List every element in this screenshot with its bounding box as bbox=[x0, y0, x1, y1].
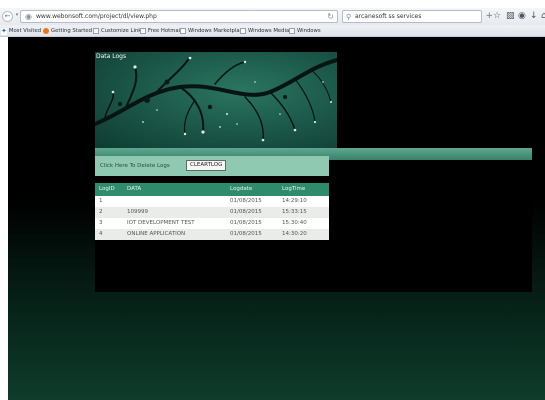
bookmark-star-icon[interactable]: ☆ bbox=[493, 11, 501, 22]
site-identity-icon[interactable]: ◉ bbox=[25, 12, 32, 22]
cell-logid: 3 bbox=[95, 218, 123, 229]
home-icon[interactable]: ⌂ bbox=[541, 11, 545, 22]
decorative-branches-image bbox=[95, 56, 337, 142]
page-icon bbox=[240, 28, 246, 34]
page-icon bbox=[140, 28, 146, 34]
bookmark-free-hotmail[interactable]: Free Hotmail bbox=[140, 27, 182, 35]
cell-data bbox=[123, 196, 226, 207]
clear-logs-form: Click Here To Delete Logs CLEARTLOG bbox=[95, 156, 329, 176]
table-header-row: LogID DATA Logdate LogTime bbox=[95, 183, 329, 196]
cell-logid: 4 bbox=[95, 229, 123, 240]
back-button[interactable]: ← bbox=[2, 11, 13, 22]
pocket-icon[interactable]: ◉ bbox=[518, 11, 526, 22]
search-input[interactable] bbox=[355, 12, 465, 21]
table-row: 2 109999 01/08/2015 15:33:15 bbox=[95, 207, 329, 218]
cell-logtime: 15:33:15 bbox=[278, 207, 329, 218]
bookmark-label: Most Visited bbox=[8, 28, 42, 34]
bookmark-label: Customize Links bbox=[101, 28, 145, 34]
column-header-logdate[interactable]: Logdate bbox=[226, 183, 278, 196]
bookmark-label: Free Hotmail bbox=[148, 28, 182, 34]
column-header-logtime[interactable]: LogTime bbox=[278, 183, 329, 196]
table-row: 3 IOT DEVELOPMENT TEST 01/08/2015 15:30:… bbox=[95, 218, 329, 229]
cell-logdate: 01/08/2015 bbox=[226, 196, 278, 207]
cell-logid: 2 bbox=[95, 207, 123, 218]
download-icon[interactable]: ↓ bbox=[530, 11, 538, 22]
page-icon bbox=[93, 28, 99, 34]
cell-logtime: 15:30:40 bbox=[278, 218, 329, 229]
cell-data: IOT DEVELOPMENT TEST bbox=[123, 218, 226, 229]
bookmarks-menu-icon[interactable]: ▧ bbox=[506, 11, 515, 22]
cell-logtime: 14:30:20 bbox=[278, 229, 329, 240]
firefox-icon bbox=[43, 28, 49, 34]
bookmark-windows-media[interactable]: Windows Media bbox=[240, 27, 289, 35]
cell-logdate: 01/08/2015 bbox=[226, 207, 278, 218]
page-icon bbox=[180, 28, 186, 34]
add-search-engine-icon[interactable]: + bbox=[485, 11, 493, 22]
bookmark-windows[interactable]: Windows bbox=[289, 27, 321, 35]
bookmark-label: Windows Media bbox=[248, 28, 290, 34]
star-icon: ✦ bbox=[1, 26, 7, 35]
cell-data: 109999 bbox=[123, 207, 226, 218]
clear-log-button[interactable]: CLEARTLOG bbox=[186, 160, 227, 171]
clear-logs-label: Click Here To Delete Logs bbox=[100, 163, 170, 169]
page-icon bbox=[289, 28, 295, 34]
column-header-data[interactable]: DATA bbox=[123, 183, 226, 196]
search-icon[interactable]: ⚲ bbox=[346, 12, 351, 22]
bookmark-getting-started[interactable]: Getting Started bbox=[43, 27, 92, 35]
bookmark-label: Getting Started bbox=[51, 28, 92, 34]
cell-data: ONLINE APPLICATION bbox=[123, 229, 226, 240]
bookmark-label: Windows bbox=[297, 28, 321, 34]
cell-logid: 1 bbox=[95, 196, 123, 207]
bookmark-most-visited[interactable]: ✦ Most Visited bbox=[1, 27, 41, 35]
cell-logdate: 01/08/2015 bbox=[226, 218, 278, 229]
navigation-toolbar: ← ▾ ◉ www.webonsoft.com/project/dl/view.… bbox=[0, 8, 545, 25]
logs-table: LogID DATA Logdate LogTime 1 01/08/2015 … bbox=[95, 183, 329, 240]
reload-icon[interactable]: ↻ bbox=[327, 12, 334, 22]
table-row: 4 ONLINE APPLICATION 01/08/2015 14:30:20 bbox=[95, 229, 329, 240]
cell-logtime: 14:29:10 bbox=[278, 196, 329, 207]
address-bar-url[interactable]: www.webonsoft.com/project/dl/view.php bbox=[36, 13, 157, 21]
logs-panel: LogID DATA Logdate LogTime 1 01/08/2015 … bbox=[95, 176, 532, 292]
header-banner bbox=[95, 52, 337, 148]
page-content: Data Logs Click Here To Delete Logs CLEA… bbox=[8, 37, 545, 400]
bookmark-label: Windows Marketplace bbox=[188, 28, 246, 34]
table-row: 1 01/08/2015 14:29:10 bbox=[95, 196, 329, 207]
cell-logdate: 01/08/2015 bbox=[226, 229, 278, 240]
search-bar[interactable]: ⚲ + bbox=[342, 10, 493, 23]
column-header-logid[interactable]: LogID bbox=[95, 183, 123, 196]
banner-title: Data Logs bbox=[96, 53, 127, 60]
address-bar[interactable]: ◉ www.webonsoft.com/project/dl/view.php … bbox=[20, 10, 338, 23]
bookmark-customize-links[interactable]: Customize Links bbox=[93, 27, 144, 35]
bookmarks-toolbar: ✦ Most Visited Getting Started Customize… bbox=[0, 25, 545, 37]
bookmark-windows-marketplace[interactable]: Windows Marketplace bbox=[180, 27, 246, 35]
